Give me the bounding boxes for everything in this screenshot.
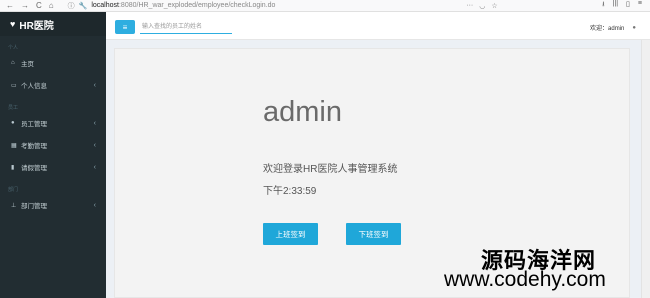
chevron-left-icon: ‹ <box>93 119 96 127</box>
browser-toolbar: ← → C ⌂ ⓘ 🔧 localhost:8080/HR_war_explod… <box>0 0 650 12</box>
search-input[interactable] <box>140 20 232 34</box>
forward-icon[interactable]: → <box>21 1 29 10</box>
home-icon: ⌂ <box>11 60 15 66</box>
sidebar-item-leave[interactable]: ▮ 请假管理 ‹ <box>0 156 106 178</box>
section-header-department: 部门 <box>8 187 19 193</box>
section-header-employee: 员工 <box>8 105 19 111</box>
user-menu[interactable]: 欢迎：admin ● <box>590 23 636 33</box>
id-card-icon: ▭ <box>11 82 17 89</box>
sitemap-icon: ⊥ <box>11 202 17 209</box>
sidebar-item-label: 请假管理 <box>21 165 47 172</box>
sidebar-item-label: 员工管理 <box>21 121 47 128</box>
section-header-personal: 个人 <box>8 45 19 51</box>
bookmark-star-icon[interactable]: ☆ <box>491 2 497 10</box>
chevron-left-icon: ‹ <box>93 81 96 89</box>
info-icon[interactable]: ⓘ <box>68 1 75 11</box>
sidebar-item-attendance[interactable]: ▦ 考勤管理 ‹ <box>0 134 106 156</box>
user-icon[interactable]: ● <box>632 25 636 31</box>
brand-name: HR医院 <box>19 20 54 32</box>
sidebar-toggle-icon[interactable]: ▯ <box>626 0 630 11</box>
sidebar-item-label: 个人信息 <box>21 83 47 90</box>
sidebar-item-label: 主页 <box>21 61 34 68</box>
sidebar-item-label: 考勤管理 <box>21 143 47 150</box>
wrench-icon: 🔧 <box>78 2 88 10</box>
back-icon[interactable]: ← <box>6 1 14 10</box>
chevron-left-icon: ‹ <box>93 163 96 171</box>
sidebar-item-employee-management[interactable]: ● 员工管理 ‹ <box>0 112 106 134</box>
sidebar-item-home[interactable]: ⌂ 主页 <box>0 52 106 74</box>
top-header: ≡ 欢迎：admin ● <box>106 12 650 40</box>
heart-icon: ♥ <box>10 19 16 29</box>
bookmark-icon: ▮ <box>11 164 15 171</box>
check-out-button[interactable]: 下班签到 <box>346 223 401 245</box>
reload-icon[interactable]: C <box>36 1 42 10</box>
chevron-left-icon: ‹ <box>93 141 96 149</box>
user-icon: ● <box>11 120 15 126</box>
download-icon[interactable]: ⭳ <box>602 0 604 11</box>
home-nav-icon[interactable]: ⌂ <box>49 1 54 10</box>
address-bar[interactable]: ⓘ 🔧 localhost:8080/HR_war_exploded/emplo… <box>68 1 498 11</box>
sidebar-item-label: 部门管理 <box>21 203 47 210</box>
library-icon[interactable]: ||| <box>613 0 618 11</box>
url-text: localhost:8080/HR_war_exploded/employee/… <box>91 2 276 9</box>
hamburger-icon: ≡ <box>122 22 128 32</box>
check-in-button[interactable]: 上班签到 <box>263 223 318 245</box>
sidebar-item-profile[interactable]: ▭ 个人信息 ‹ <box>0 74 106 96</box>
watermark-url: www.codehy.com <box>444 268 606 291</box>
scrollbar[interactable] <box>641 40 650 298</box>
calendar-icon: ▦ <box>11 142 17 149</box>
pocket-icon[interactable]: ◡ <box>479 2 485 10</box>
app-menu-icon[interactable]: ≡ <box>638 0 642 11</box>
welcome-message: 欢迎登录HR医院人事管理系统 <box>263 164 398 175</box>
username-heading: admin <box>263 96 342 128</box>
page-actions-icon[interactable]: ··· <box>466 2 473 10</box>
chevron-left-icon: ‹ <box>93 201 96 209</box>
brand[interactable]: ♥ HR医院 <box>0 12 106 36</box>
welcome-text: 欢迎：admin <box>590 26 625 32</box>
menu-toggle-button[interactable]: ≡ <box>115 20 135 34</box>
clock: 下午2:33:59 <box>263 186 317 197</box>
sidebar: ♥ HR医院 个人 ⌂ 主页 ▭ 个人信息 ‹ 员工 ● 员工管理 ‹ ▦ 考勤… <box>0 12 106 298</box>
sidebar-item-department[interactable]: ⊥ 部门管理 ‹ <box>0 194 106 216</box>
